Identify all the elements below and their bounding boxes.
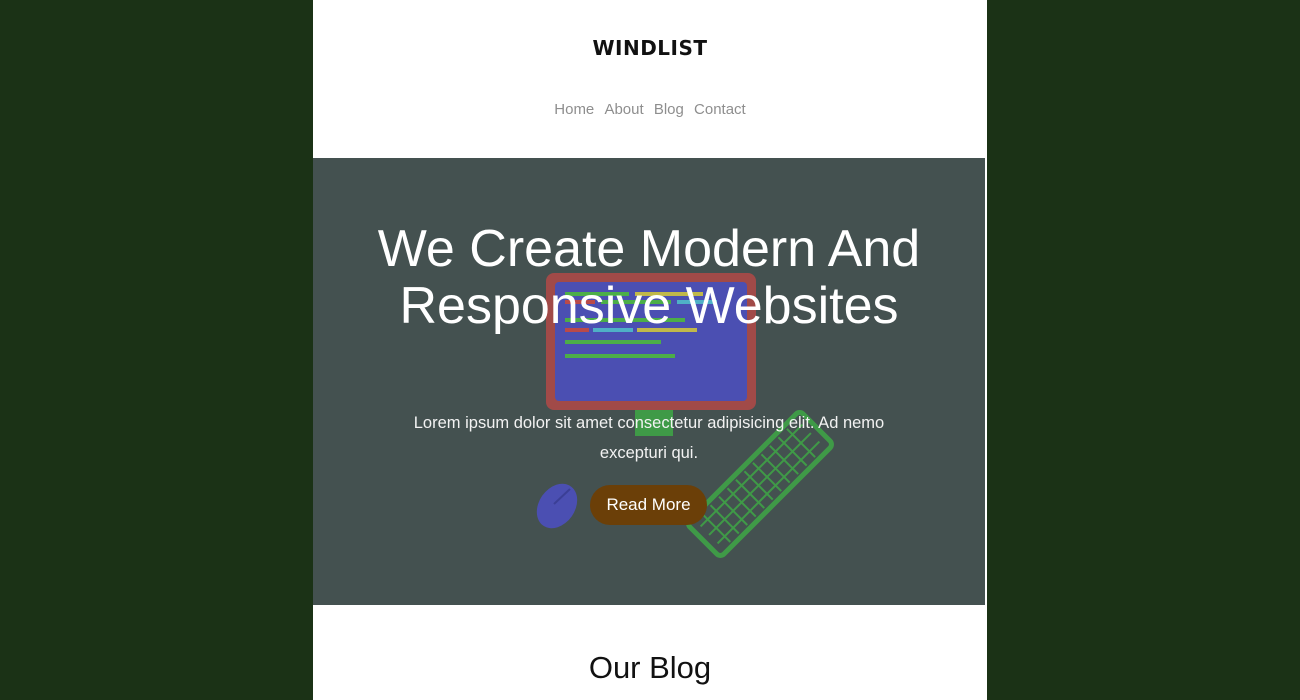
mouse-icon	[536, 483, 578, 529]
nav-link-home[interactable]: Home	[554, 101, 594, 118]
nav-link-blog[interactable]: Blog	[654, 101, 684, 118]
read-more-button[interactable]: Read More	[590, 485, 707, 525]
nav-link-about[interactable]: About	[604, 101, 643, 118]
blog-section-title: Our Blog	[588, 650, 712, 685]
page-container: WINDLIST Home About Blog Contact We Crea…	[313, 0, 987, 700]
nav-link-contact[interactable]: Contact	[694, 101, 746, 118]
main-nav: Home About Blog Contact	[313, 101, 987, 118]
hero-description: Lorem ipsum dolor sit amet consectetur a…	[413, 414, 885, 462]
hero-section: We Create Modern And Responsive Websites…	[313, 158, 985, 605]
hero-title: We Create Modern And Responsive Websites	[377, 220, 921, 335]
site-logo[interactable]: WINDLIST	[313, 36, 987, 60]
